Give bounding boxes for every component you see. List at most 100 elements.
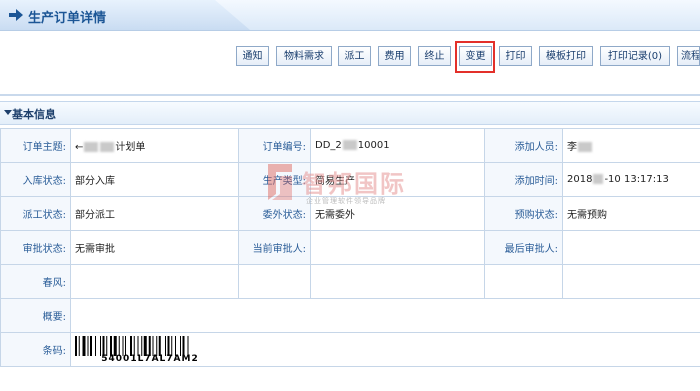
current-approver-label: 当前审批人: <box>238 230 311 265</box>
stock-status-label: 入库状态: <box>0 162 71 197</box>
subject-value: ← 计划单 <box>70 128 239 163</box>
section-title: 基本信息 <box>12 108 56 121</box>
cost-button[interactable]: 费用 <box>378 46 411 66</box>
barcode-bar <box>180 335 181 356</box>
table-row: 概要: <box>0 298 700 333</box>
empty-cell <box>562 264 700 299</box>
table-row: 订单主题: ← 计划单 订单编号: DD_2 10001 添加人员: 李 <box>0 128 700 163</box>
approve-status-value: 无需审批 <box>70 230 239 265</box>
barcode-bar <box>95 335 96 356</box>
current-approver-value <box>310 230 485 265</box>
notify-button[interactable]: 通知 <box>236 46 269 66</box>
barcode-bar <box>100 335 101 356</box>
barcode-bar <box>82 335 86 356</box>
redaction <box>578 142 592 152</box>
change-button-highlight <box>455 41 495 73</box>
subject-label: 订单主题: <box>0 128 71 163</box>
purchase-status-value: 无需预购 <box>562 196 700 231</box>
collapse-triangle-icon[interactable] <box>4 110 12 115</box>
barcode-cell: 54001L7AL7AM2 <box>70 332 700 367</box>
page-title: 生产订单详情 <box>28 11 107 26</box>
add-time-value: 2018 -10 13:17:13 <box>562 162 700 197</box>
barcode-bar <box>133 335 135 356</box>
redaction <box>100 142 115 152</box>
barcode-bar <box>137 335 139 356</box>
summary-label: 概要: <box>0 298 71 333</box>
last-approver-value <box>562 230 700 265</box>
chunfeng-value <box>70 264 239 299</box>
barcode-bar <box>122 335 124 356</box>
barcode-bar <box>102 335 105 356</box>
chunfeng-label: 春风: <box>0 264 71 299</box>
last-approver-label: 最后审批人: <box>484 230 563 265</box>
barcode-bar <box>141 335 143 356</box>
order-no-label: 订单编号: <box>238 128 311 163</box>
add-time-label: 添加时间: <box>484 162 563 197</box>
barcode-bar <box>152 335 154 356</box>
terminate-button[interactable]: 终止 <box>418 46 451 66</box>
barcode-bar <box>182 335 185 356</box>
outsource-status-value: 无需委外 <box>310 196 485 231</box>
barcode-bar <box>87 335 89 356</box>
empty-cell <box>238 264 311 299</box>
creator-text: 李 <box>567 142 577 153</box>
barcode-bar <box>167 335 170 356</box>
creator-label: 添加人员: <box>484 128 563 163</box>
barcode-bar <box>125 335 126 356</box>
barcode-bar <box>90 335 92 356</box>
barcode-bar <box>165 335 166 356</box>
redaction <box>342 140 357 150</box>
order-no-prefix: DD_2 <box>315 140 342 151</box>
barcode-bar <box>113 335 117 356</box>
add-time-prefix: 2018 <box>567 174 593 185</box>
barcode-bar <box>110 335 112 356</box>
info-table: 订单主题: ← 计划单 订单编号: DD_2 10001 添加人员: 李 入库状态:… <box>0 128 700 367</box>
table-row: 审批状态: 无需审批 当前审批人: 最后审批人: <box>0 230 700 265</box>
section-header[interactable]: 基本信息 <box>0 101 700 125</box>
template-print-button[interactable]: 模板打印 <box>539 46 593 66</box>
toolbar: 通知 物料需求 派工 费用 终止 变更 打印 模板打印 打印记录(0) 流程 <box>0 46 700 70</box>
arrow-right-icon <box>9 9 23 21</box>
barcode-bar <box>156 335 158 356</box>
stock-status-value: 部分入库 <box>70 162 239 197</box>
barcode-image <box>75 335 189 356</box>
redaction <box>84 142 99 152</box>
order-no-value: DD_2 10001 <box>310 128 485 163</box>
table-row: 春风: <box>0 264 700 299</box>
add-time-suffix: -10 13:17:13 <box>604 174 669 185</box>
approve-status-label: 审批状态: <box>0 230 71 265</box>
empty-cell <box>484 264 563 299</box>
print-records-button[interactable]: 打印记录(0) <box>600 46 670 66</box>
barcode-bar <box>78 335 80 356</box>
barcode-bar <box>187 335 189 356</box>
empty-cell <box>310 264 485 299</box>
prod-type-label: 生产类型: <box>238 162 311 197</box>
dispatch-status-value: 部分派工 <box>70 196 239 231</box>
redaction <box>593 174 604 184</box>
barcode-bar <box>118 335 120 356</box>
table-row: 入库状态: 部分入库 生产类型: 简易生产 添加时间: 2018 -10 13:1… <box>0 162 700 197</box>
barcode-bar <box>143 335 147 356</box>
dispatch-status-label: 派工状态: <box>0 196 71 231</box>
workflow-button[interactable]: 流程 <box>677 46 700 66</box>
barcode-bar <box>158 335 161 356</box>
table-row: 派工状态: 部分派工 委外状态: 无需委外 预购状态: 无需预购 <box>0 196 700 231</box>
barcode-bar <box>106 335 108 356</box>
outsource-status-label: 委外状态: <box>238 196 311 231</box>
print-button[interactable]: 打印 <box>499 46 532 66</box>
prod-type-value: 简易生产 <box>310 162 485 197</box>
barcode-text: 54001L7AL7AM2 <box>101 353 199 364</box>
creator-value: 李 <box>562 128 700 163</box>
barcode-bar <box>148 335 151 356</box>
summary-value <box>70 298 700 333</box>
dispatch-button[interactable]: 派工 <box>338 46 371 66</box>
barcode-bar <box>175 335 176 356</box>
subject-text: 计划单 <box>115 142 146 153</box>
material-demand-button[interactable]: 物料需求 <box>276 46 332 66</box>
order-no-suffix: 10001 <box>357 140 390 151</box>
table-row: 条码: 54001L7AL7AM2 <box>0 332 700 367</box>
barcode-bar <box>171 335 173 356</box>
barcode-bar <box>130 335 132 356</box>
barcode-label: 条码: <box>0 332 71 367</box>
purchase-status-label: 预购状态: <box>484 196 563 231</box>
